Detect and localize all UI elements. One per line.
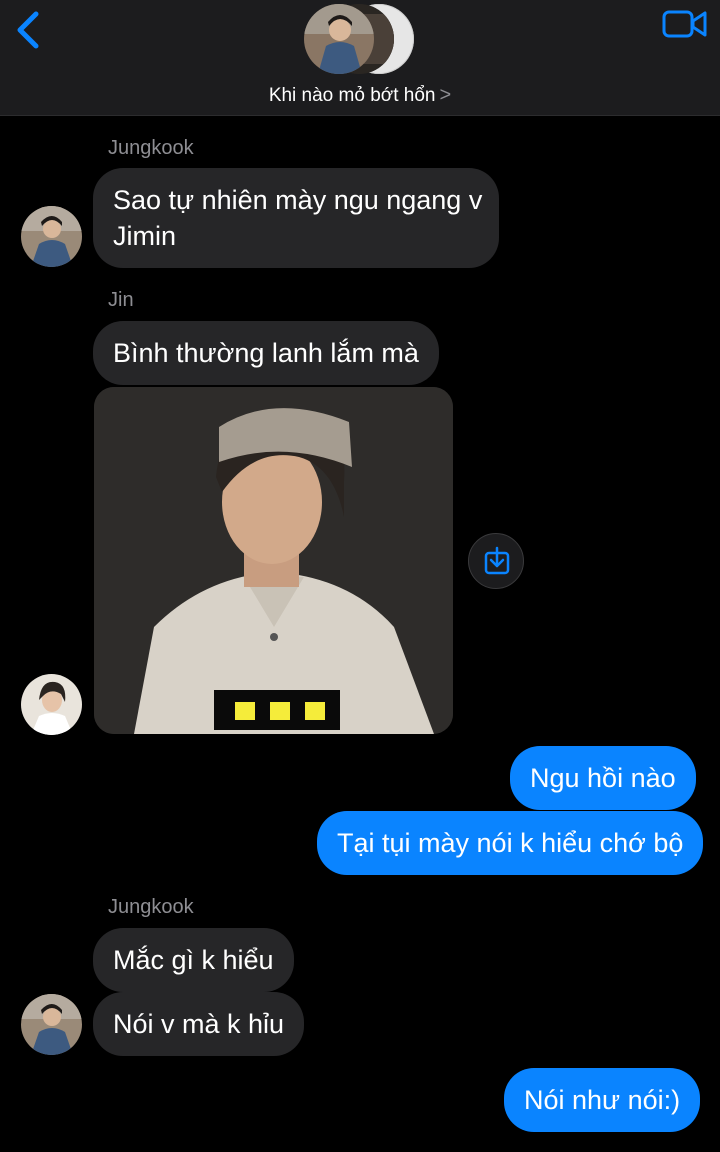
outgoing-message-bubble[interactable]: Nói như nói:)	[504, 1068, 701, 1132]
member-avatar	[304, 4, 374, 74]
back-button[interactable]	[8, 6, 48, 54]
incoming-message-bubble[interactable]: Sao tự nhiên mày ngu ngang v Jimin	[93, 168, 499, 268]
message-text-line: Jimin	[113, 221, 177, 251]
message-text: Mắc gì k hiểu	[113, 945, 274, 975]
group-avatar[interactable]	[304, 4, 420, 76]
message-text: Bình thường lanh lắm mà	[113, 338, 419, 368]
video-camera-icon	[662, 10, 707, 38]
group-name[interactable]: Khi nào mỏ bớt hổn >	[0, 84, 720, 107]
message-text: Tại tụi mày nói k hiểu chớ bộ	[337, 828, 684, 858]
incoming-message-bubble[interactable]: Bình thường lanh lắm mà	[93, 321, 439, 385]
photo-attachment[interactable]	[94, 387, 453, 734]
sender-name: Jungkook	[108, 137, 194, 159]
message-text: Ngu hồi nào	[530, 763, 676, 793]
outgoing-message-bubble[interactable]: Tại tụi mày nói k hiểu chớ bộ	[317, 811, 704, 875]
sender-name: Jin	[108, 289, 134, 311]
download-icon	[484, 546, 510, 575]
save-photo-button[interactable]	[468, 533, 524, 589]
chat-header: Khi nào mỏ bớt hổn >	[0, 0, 720, 116]
incoming-message-bubble[interactable]: Mắc gì k hiểu	[93, 928, 294, 992]
photo-image	[94, 387, 453, 734]
chevron-right-icon: >	[439, 84, 452, 106]
chevron-left-icon	[17, 11, 39, 49]
sender-avatar-jin[interactable]	[21, 674, 82, 735]
message-text: Nói v mà k hỉu	[113, 1009, 285, 1039]
outgoing-message-bubble[interactable]: Ngu hồi nào	[510, 746, 696, 810]
group-name-text: Khi nào mỏ bớt hổn	[268, 85, 436, 106]
incoming-message-bubble[interactable]: Nói v mà k hỉu	[93, 992, 305, 1056]
sender-avatar-jungkook[interactable]	[21, 206, 82, 267]
sender-name: Jungkook	[108, 896, 194, 918]
sender-avatar-jungkook[interactable]	[21, 994, 82, 1055]
video-call-button[interactable]	[660, 6, 710, 42]
message-text: Nói như nói:)	[524, 1085, 681, 1115]
message-text-line: Sao tự nhiên mày ngu ngang v	[113, 185, 483, 215]
